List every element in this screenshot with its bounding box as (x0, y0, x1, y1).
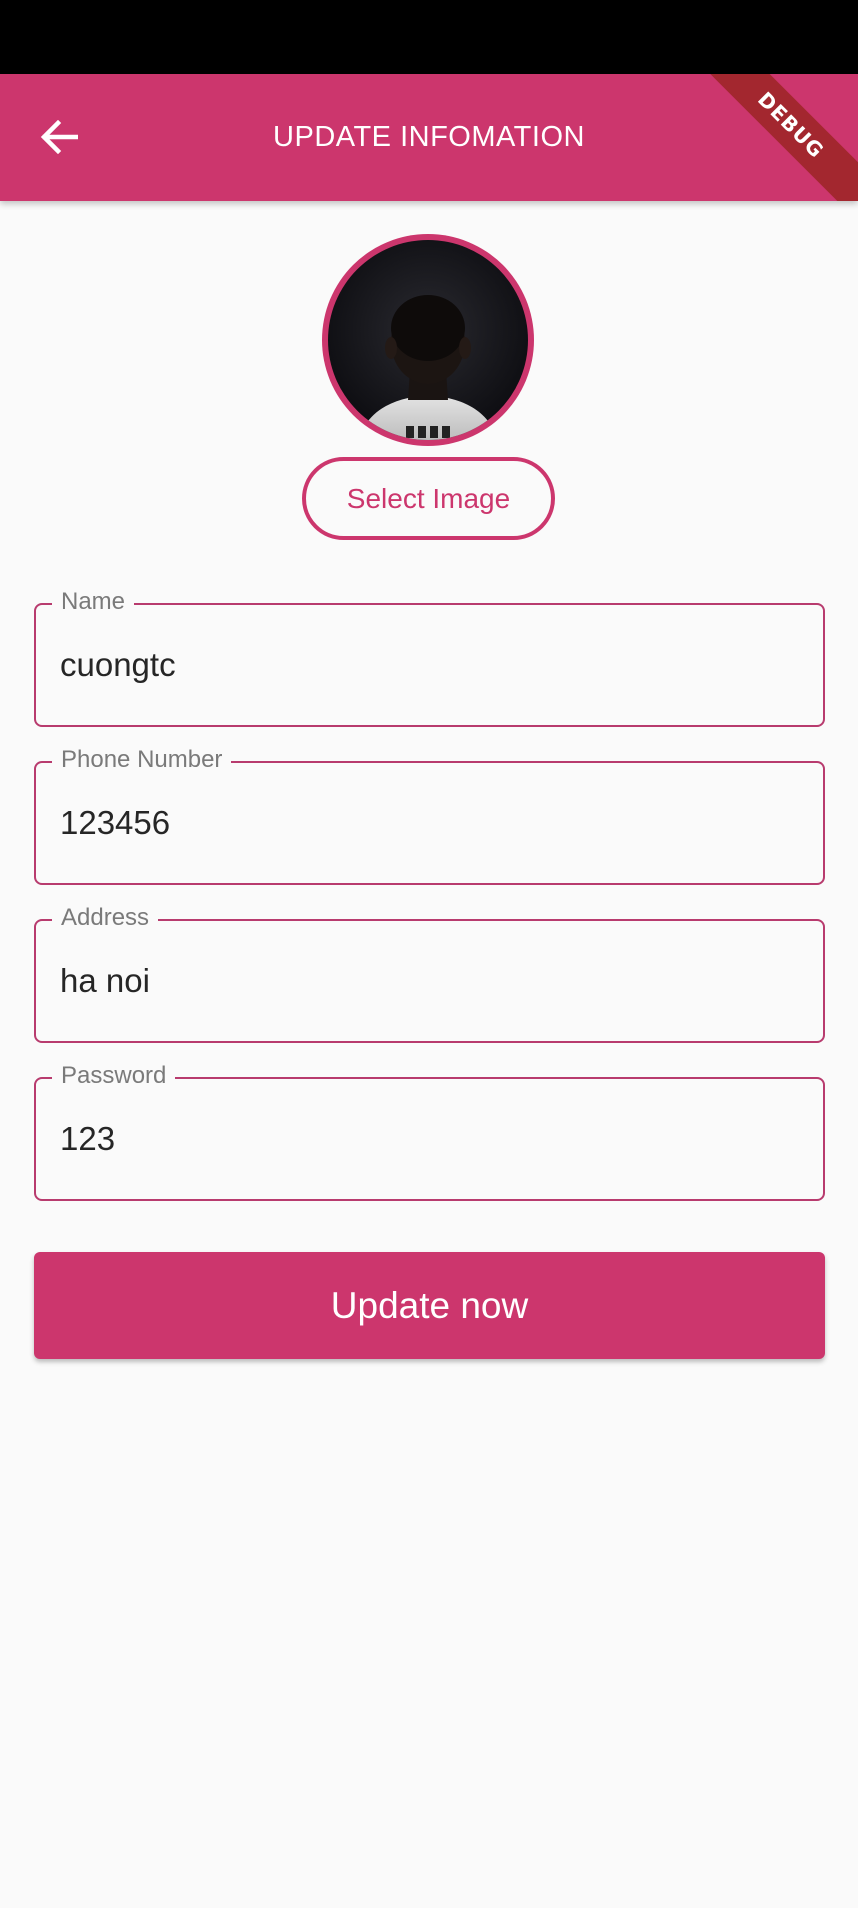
status-bar (0, 0, 858, 74)
password-input[interactable]: 123 (60, 1079, 115, 1199)
address-field[interactable]: Address ha noi (34, 903, 825, 1043)
address-input[interactable]: ha noi (60, 921, 150, 1041)
phone-number-input[interactable]: 123456 (60, 763, 170, 883)
app-bar: UPDATE INFOMATION DEBUG (0, 74, 858, 201)
select-image-button[interactable]: Select Image (302, 457, 555, 540)
avatar (322, 234, 534, 446)
update-now-button[interactable]: Update now (34, 1252, 825, 1359)
profile-photo (328, 240, 528, 440)
password-field[interactable]: Password 123 (34, 1061, 825, 1201)
phone-number-field[interactable]: Phone Number 123456 (34, 745, 825, 885)
name-input[interactable]: cuongtc (60, 605, 176, 725)
name-field[interactable]: Name cuongtc (34, 587, 825, 727)
